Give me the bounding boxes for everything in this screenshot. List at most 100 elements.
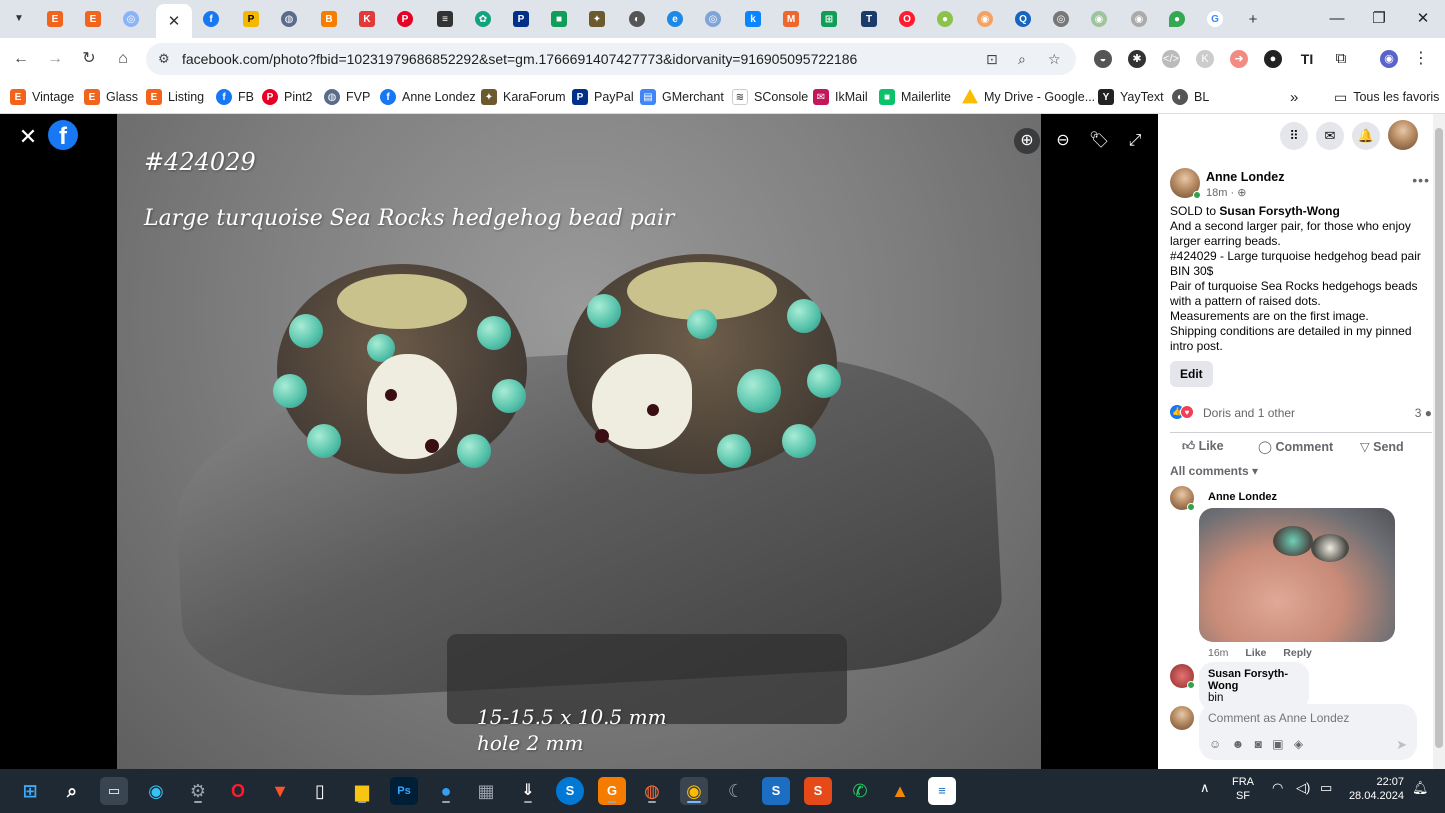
commenter-name[interactable]: Susan Forsyth-Wong	[1208, 668, 1300, 692]
bookmark-pint2[interactable]: P Pint2	[262, 87, 313, 107]
settings-gear-icon[interactable]: ⚙	[184, 777, 212, 805]
s-app-icon[interactable]: S	[762, 777, 790, 805]
close-window-button[interactable]: ✕	[1408, 8, 1438, 30]
gimp-icon[interactable]: G	[598, 777, 626, 805]
tab-paypal[interactable]: P	[504, 6, 538, 32]
comment-composer[interactable]: ☺ ☻ ◙ ▣ ◈ ➤	[1199, 704, 1417, 760]
comment-like-link[interactable]: Like	[1245, 647, 1266, 659]
vlc-icon[interactable]: ▲	[886, 777, 914, 805]
gif-icon[interactable]: ▣	[1272, 737, 1283, 751]
author-avatar[interactable]	[1170, 168, 1201, 199]
opera-icon[interactable]: O	[224, 777, 252, 805]
send-button[interactable]: ▽ Send	[1360, 439, 1404, 454]
tab-camera[interactable]: ◎	[1044, 6, 1078, 32]
tab-search-q[interactable]: Q	[1006, 6, 1040, 32]
tab-google[interactable]: G	[1198, 6, 1232, 32]
tab-etsy-1[interactable]: E	[38, 6, 72, 32]
bookmark-karaforum[interactable]: ✦ KaraForum	[481, 87, 566, 107]
tab-sheets[interactable]: ⊞	[812, 6, 846, 32]
comment-reply-link[interactable]: Reply	[1283, 647, 1312, 659]
tab-k[interactable]: K	[350, 6, 384, 32]
photoshop-icon[interactable]: Ps	[390, 777, 418, 805]
tagged-buyer-link[interactable]: Susan Forsyth-Wong	[1219, 204, 1339, 218]
calculator-icon[interactable]: ▦	[472, 777, 500, 805]
extension-gear-icon[interactable]: ✱	[1128, 50, 1146, 68]
bookmark-fvp[interactable]: ◍ FVP	[324, 87, 370, 107]
tab-karaforum[interactable]: ≡	[428, 6, 462, 32]
forward-button[interactable]: →	[44, 48, 66, 70]
tab-fvp-2[interactable]: ◎	[696, 6, 730, 32]
close-viewer-button[interactable]: ✕	[18, 124, 38, 150]
thunderbird-icon[interactable]: ●	[432, 777, 460, 805]
bookmark-listing[interactable]: E Listing	[146, 87, 204, 107]
post-photo[interactable]: #424029 Large turquoise Sea Rocks hedgeh…	[117, 114, 1041, 769]
notifications-bell-icon[interactable]: 🔔	[1352, 122, 1380, 150]
extensions-puzzle-icon[interactable]: ⧉	[1332, 50, 1350, 68]
minimize-button[interactable]: —	[1322, 8, 1352, 30]
fullscreen-button[interactable]: ⤢	[1122, 128, 1148, 154]
clock[interactable]: 22:07 28.04.2024	[1346, 775, 1404, 803]
extension-puzzle-dark-icon[interactable]: ●	[1264, 50, 1282, 68]
tab-edge[interactable]: e	[658, 6, 692, 32]
extension-code-icon[interactable]: </>	[1162, 50, 1180, 68]
comment-author-name[interactable]: Anne Londez	[1208, 491, 1277, 503]
zoom-in-button[interactable]: ⊕	[1014, 128, 1040, 154]
post-options-button[interactable]: •••	[1412, 172, 1430, 188]
bookmark-gmerchant[interactable]: ▤ GMerchant	[640, 87, 724, 107]
downloader-icon[interactable]: ⇓	[514, 777, 542, 805]
panel-scrollbar[interactable]	[1433, 114, 1445, 769]
post-author-name[interactable]: Anne Londez	[1206, 170, 1284, 184]
tag-button[interactable]: 🏷	[1086, 128, 1112, 154]
post-timestamp[interactable]: 18m · ⊕	[1206, 186, 1246, 199]
bookmark-my-drive[interactable]: My Drive - Google...	[962, 87, 1095, 107]
bookmark-bl[interactable]: ◐ BL	[1172, 87, 1209, 107]
tab-facebook[interactable]: f	[194, 6, 228, 32]
bookmark-mailerlite[interactable]: ■ Mailerlite	[879, 87, 951, 107]
back-button[interactable]: ←	[10, 48, 32, 70]
tab-openai[interactable]: ✿	[466, 6, 500, 32]
tab-fvp[interactable]: ◍	[272, 6, 306, 32]
home-button[interactable]: ⌂	[112, 48, 134, 70]
profile-avatar-icon[interactable]: ◉	[1380, 50, 1398, 68]
bookmark-vintage[interactable]: E Vintage	[10, 87, 74, 107]
tab-chrome-2[interactable]: ◉	[1082, 6, 1116, 32]
reactions-summary[interactable]: 👍 ♥ Doris and 1 other 3 ●	[1170, 404, 1432, 422]
commenter-avatar[interactable]	[1170, 664, 1195, 689]
tab-chrome-1[interactable]: ◉	[968, 6, 1002, 32]
reload-button[interactable]: ↻	[78, 48, 100, 70]
bookmarks-overflow-button[interactable]: »	[1290, 87, 1298, 107]
bookmark-yaytext[interactable]: Y YayText	[1098, 87, 1164, 107]
edge-icon[interactable]: ◉	[142, 777, 170, 805]
tab-plus[interactable]: P	[234, 6, 268, 32]
comment-input[interactable]	[1208, 710, 1408, 726]
volume-icon[interactable]: ◁)	[1296, 781, 1310, 795]
chrome-icon[interactable]: ◉	[680, 777, 708, 805]
s-red-app-icon[interactable]: S	[804, 777, 832, 805]
tab-coin[interactable]: ◐	[620, 6, 654, 32]
omnibox[interactable]: ⚙ facebook.com/photo?fbid=10231979686852…	[146, 43, 1076, 75]
tab-turtle[interactable]: ✦	[580, 6, 614, 32]
notifications-icon[interactable]: 🔔︎	[1412, 781, 1429, 795]
comment-filter-dropdown[interactable]: All comments ▾	[1170, 464, 1258, 478]
comment-count[interactable]: 3 ●	[1415, 406, 1432, 420]
tab-active-facebook[interactable]: ✕	[156, 4, 192, 38]
tab-etsy-2[interactable]: E	[76, 6, 110, 32]
extension-mask-icon[interactable]: ◒	[1094, 50, 1112, 68]
zoom-out-button[interactable]: ⊖	[1050, 128, 1076, 154]
start-button[interactable]: ⊞	[16, 777, 44, 805]
search-icon[interactable]: ⌕	[58, 777, 86, 805]
new-tab-button[interactable]: +	[1236, 6, 1270, 32]
menu-grid-icon[interactable]: ⠿	[1280, 122, 1308, 150]
tab-blogger[interactable]: B	[312, 6, 346, 32]
emoji-icon[interactable]: ☻	[1232, 737, 1245, 751]
skype-icon[interactable]: S	[556, 777, 584, 805]
bookmark-fb[interactable]: f FB	[216, 87, 254, 107]
tab-chrome-3[interactable]: ◉	[1122, 6, 1156, 32]
tab-magento[interactable]: M	[774, 6, 808, 32]
document-icon[interactable]: ≡	[928, 777, 956, 805]
maximize-button[interactable]: ❐	[1364, 8, 1394, 30]
extension-k-icon[interactable]: K	[1196, 50, 1214, 68]
comment-author-avatar[interactable]	[1170, 486, 1195, 511]
tab-opera[interactable]: O	[890, 6, 924, 32]
bookmark-glass[interactable]: E Glass	[84, 87, 138, 107]
